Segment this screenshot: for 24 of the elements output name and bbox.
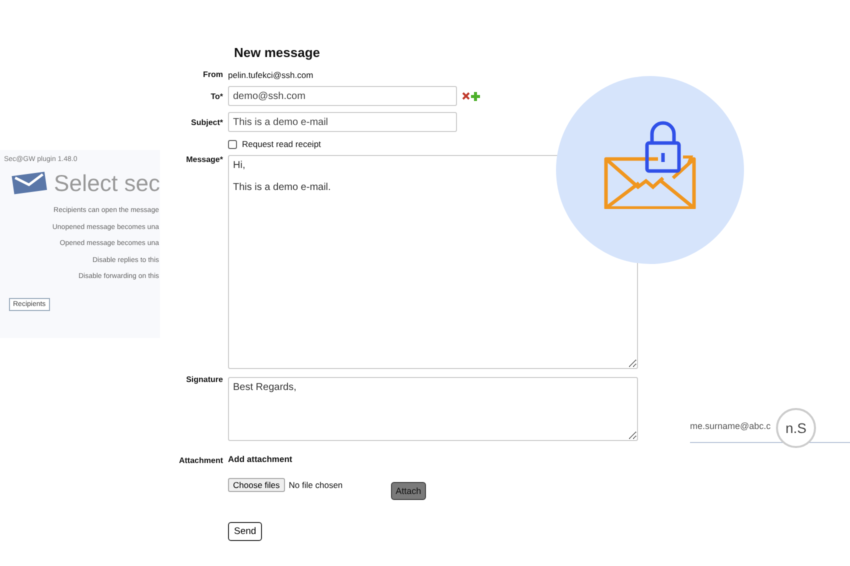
- send-button[interactable]: Send: [228, 522, 262, 541]
- envelope-icon: [10, 169, 48, 197]
- signature-field[interactable]: Best Regards,: [228, 377, 638, 441]
- remove-icon[interactable]: [462, 92, 470, 100]
- add-icon[interactable]: [471, 92, 480, 100]
- choose-files-button[interactable]: Choose files: [228, 478, 285, 492]
- address-text: me.surname@abc.c: [690, 421, 771, 431]
- attach-button[interactable]: Attach: [390, 482, 426, 500]
- field-label: From: [202, 70, 223, 79]
- checkbox-label: Request read receipt: [242, 139, 321, 149]
- field-label: Signature: [185, 375, 223, 384]
- panel-heading: Select sec: [54, 170, 160, 196]
- field-label: Subject*: [190, 118, 223, 126]
- file-status: No file chosen: [288, 480, 343, 490]
- field-label: Message*: [185, 155, 223, 164]
- attachment-heading: Add attachment: [228, 454, 292, 464]
- field-label: Attachment: [178, 456, 223, 465]
- magnifier-lens: n.S: [776, 408, 816, 448]
- subject-field[interactable]: This is a demo e-mail: [228, 112, 457, 132]
- recipient-field[interactable]: demo@ssh.com: [228, 86, 457, 106]
- field-label: To*: [210, 92, 223, 100]
- form-title: New message: [234, 45, 321, 60]
- checkbox[interactable]: [228, 140, 237, 148]
- sender-address: pelin.tufekci@ssh.com: [228, 70, 314, 80]
